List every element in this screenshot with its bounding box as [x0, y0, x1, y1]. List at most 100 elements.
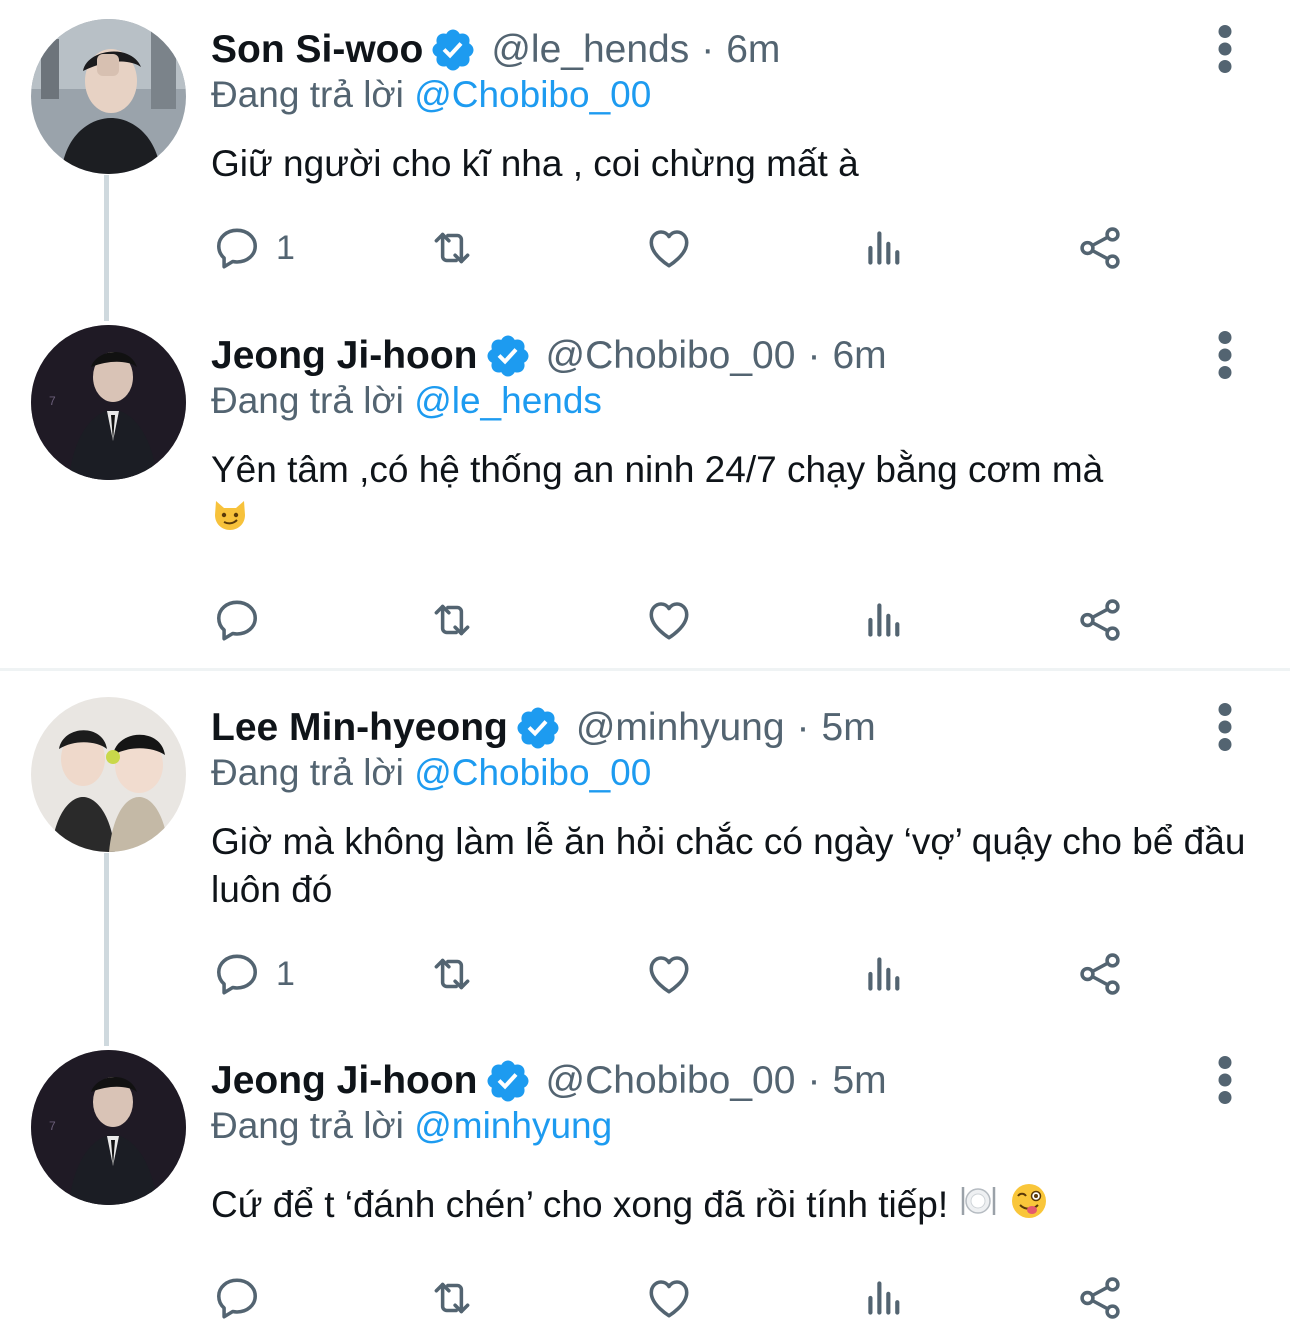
more-options-icon[interactable] [1210, 330, 1240, 380]
verified-badge-icon [429, 26, 477, 74]
reply-button[interactable]: 1 [212, 944, 295, 1004]
avatar[interactable] [31, 19, 186, 174]
share-icon [1075, 949, 1125, 999]
reply-prefix: Đang trả lời [211, 74, 404, 115]
smirking-cat-emoji [211, 495, 249, 545]
reply-icon [212, 595, 262, 645]
reply-button[interactable] [212, 590, 276, 650]
reply-to-handle[interactable]: @Chobibo_00 [414, 752, 651, 793]
handle[interactable]: @Chobibo_00 [546, 1059, 796, 1103]
display-name[interactable]: Jeong Ji-hoon [211, 1059, 478, 1103]
like-button[interactable] [644, 218, 694, 278]
tweet-text: Yên tâm ,có hệ thống an ninh 24/7 chạy b… [211, 446, 1261, 545]
retweet-icon [427, 595, 477, 645]
avatar[interactable]: 7 [31, 1050, 186, 1205]
like-icon [644, 1273, 694, 1323]
handle[interactable]: @Chobibo_00 [546, 334, 796, 378]
reply-prefix: Đang trả lời [211, 1105, 404, 1146]
action-bar [0, 1268, 1290, 1328]
separator: · [796, 706, 810, 749]
reply-count: 1 [276, 228, 295, 267]
share-icon [1075, 223, 1125, 273]
views-icon [860, 595, 910, 645]
like-icon [644, 595, 694, 645]
tweet-text-content: Cứ để t ‘đánh chén’ cho xong đã rồi tính… [211, 1184, 949, 1225]
retweet-button[interactable] [427, 944, 477, 1004]
separator: · [807, 334, 821, 377]
reply-context: Đang trả lời @Chobibo_00 [211, 752, 651, 794]
share-button[interactable] [1075, 590, 1125, 650]
tweet[interactable]: Lee Min-hyeong @minhyung · 5m Đang trả l… [0, 671, 1290, 1031]
like-button[interactable] [644, 590, 694, 650]
tweet-text-content: Yên tâm ,có hệ thống an ninh 24/7 chạy b… [211, 449, 1104, 490]
handle[interactable]: @le_hends [491, 28, 689, 72]
separator: · [807, 1059, 821, 1102]
tweet[interactable]: 7 Jeong Ji-hoon @Chobibo_00 · 6m Đang tr… [0, 320, 1290, 668]
views-button[interactable] [860, 218, 910, 278]
handle[interactable]: @minhyung [576, 706, 785, 750]
like-button[interactable] [644, 1268, 694, 1328]
tweet[interactable]: Son Si-woo @le_hends · 6m Đang trả lời @… [0, 0, 1290, 320]
like-icon [644, 949, 694, 999]
reply-prefix: Đang trả lời [211, 752, 404, 793]
tweet-text-content: Giữ người cho kĩ nha , coi chừng mất à [211, 143, 859, 184]
svg-text:7: 7 [49, 394, 56, 408]
reply-to-handle[interactable]: @Chobibo_00 [414, 74, 651, 115]
separator: · [701, 28, 715, 71]
reply-prefix: Đang trả lời [211, 380, 404, 421]
reply-icon [212, 223, 262, 273]
more-options-icon[interactable] [1210, 24, 1240, 74]
plate-emoji [958, 1181, 998, 1233]
timestamp[interactable]: 6m [726, 28, 780, 72]
share-button[interactable] [1075, 1268, 1125, 1328]
retweet-icon [427, 223, 477, 273]
timestamp[interactable]: 5m [832, 1059, 886, 1103]
avatar[interactable]: 7 [31, 325, 186, 480]
reply-count: 1 [276, 954, 295, 993]
more-options-icon[interactable] [1210, 1055, 1240, 1105]
views-icon [860, 223, 910, 273]
views-button[interactable] [860, 1268, 910, 1328]
verified-badge-icon [484, 332, 532, 380]
display-name[interactable]: Jeong Ji-hoon [211, 334, 478, 378]
tweet-text: Giờ mà không làm lễ ăn hỏi chắc có ngày … [211, 818, 1261, 914]
reply-to-handle[interactable]: @minhyung [414, 1105, 612, 1146]
like-icon [644, 223, 694, 273]
retweet-icon [427, 1273, 477, 1323]
like-button[interactable] [644, 944, 694, 1004]
views-icon [860, 1273, 910, 1323]
display-name[interactable]: Lee Min-hyeong [211, 706, 508, 750]
reply-button[interactable] [212, 1268, 276, 1328]
reply-context: Đang trả lời @minhyung [211, 1105, 612, 1147]
reply-icon [212, 949, 262, 999]
views-button[interactable] [860, 590, 910, 650]
action-bar: 1 [0, 218, 1290, 278]
share-icon [1075, 1273, 1125, 1323]
share-button[interactable] [1075, 218, 1125, 278]
reply-context: Đang trả lời @le_hends [211, 380, 602, 422]
action-bar [0, 590, 1290, 650]
verified-badge-icon [484, 1057, 532, 1105]
timestamp[interactable]: 5m [822, 706, 876, 750]
display-name[interactable]: Son Si-woo [211, 28, 423, 72]
views-icon [860, 949, 910, 999]
views-button[interactable] [860, 944, 910, 1004]
action-bar: 1 [0, 944, 1290, 1004]
tweet-text: Cứ để t ‘đánh chén’ cho xong đã rồi tính… [211, 1181, 1261, 1233]
reply-to-handle[interactable]: @le_hends [414, 380, 602, 421]
retweet-button[interactable] [427, 218, 477, 278]
share-icon [1075, 595, 1125, 645]
more-options-icon[interactable] [1210, 702, 1240, 752]
tweet[interactable]: 7 Jeong Ji-hoon @Chobibo_00 · 5m Đang tr… [0, 1031, 1290, 1342]
timestamp[interactable]: 6m [832, 334, 886, 378]
reply-button[interactable]: 1 [212, 218, 295, 278]
share-button[interactable] [1075, 944, 1125, 1004]
tweet-text: Giữ người cho kĩ nha , coi chừng mất à [211, 140, 1261, 188]
verified-badge-icon [514, 704, 562, 752]
retweet-button[interactable] [427, 1268, 477, 1328]
avatar[interactable] [31, 697, 186, 852]
retweet-icon [427, 949, 477, 999]
reply-icon [212, 1273, 262, 1323]
reply-context: Đang trả lời @Chobibo_00 [211, 74, 651, 116]
retweet-button[interactable] [427, 590, 477, 650]
